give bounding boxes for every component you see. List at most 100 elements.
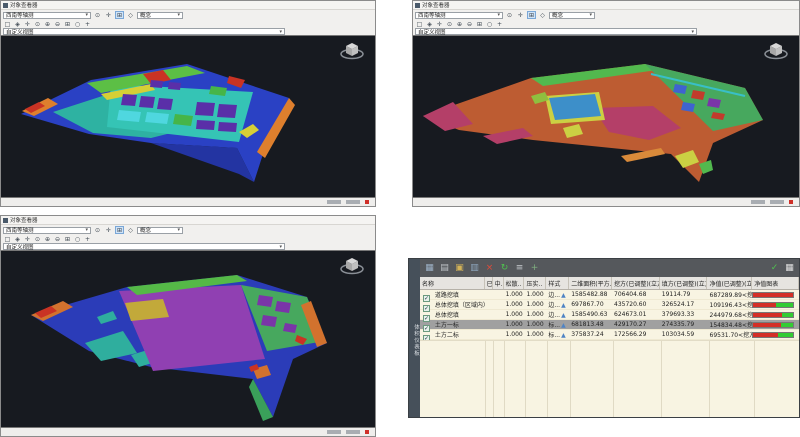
named-view-dropdown[interactable]: 自定义视图▾	[3, 243, 285, 250]
zoom-extents-icon[interactable]: ⊞	[527, 11, 536, 19]
visual-style-dropdown[interactable]: 概念▾	[137, 227, 183, 234]
column-header[interactable]: 松散..	[504, 277, 525, 289]
view-cube[interactable]	[763, 39, 789, 63]
zoom-previous-icon[interactable]: ○	[73, 20, 82, 28]
viewport-canvas[interactable]	[1, 35, 375, 198]
create-surface-icon[interactable]: ▦	[424, 263, 435, 274]
window-titlebar[interactable]: 对象查看器	[413, 1, 799, 10]
record-indicator-icon	[789, 200, 793, 204]
window-titlebar[interactable]: 对象查看器	[1, 216, 375, 225]
zoom-out-icon[interactable]: ⊖	[53, 235, 62, 243]
orbit-icon[interactable]: ⊙	[93, 11, 102, 19]
cut-factor: 1.000	[504, 301, 525, 308]
view-cube[interactable]	[339, 39, 365, 63]
column-header[interactable]: 净值图表	[752, 277, 799, 289]
cut-adjusted: 706404.68	[612, 291, 660, 298]
bounded-volume-icon[interactable]: ▥	[469, 263, 480, 274]
view-direction-dropdown[interactable]: 西南等轴测▾	[3, 12, 91, 19]
2d-area: 1585490.63	[569, 311, 612, 318]
dashboard-toolbar: ▦ ▤ ▣ ▥ × ↻ ≡ + ✓ ▦	[420, 259, 799, 277]
table-row[interactable]: ✓道路挖填1.0001.000边...▲1585482.88706404.681…	[420, 290, 799, 300]
surface-name: 总体挖填（区域内）	[433, 300, 485, 309]
column-separator	[525, 341, 526, 417]
visual-style-dropdown[interactable]: 概念▾	[549, 12, 595, 19]
pan-icon[interactable]: ✛	[104, 11, 113, 19]
net-adjusted: 154834.48<挖方>	[708, 320, 753, 329]
view-direction-dropdown[interactable]: 西南等轴测▾	[3, 227, 91, 234]
chevron-down-icon: ▾	[85, 227, 88, 233]
add-view-icon[interactable]: +	[83, 20, 92, 28]
panorama-side-tab[interactable]: 体积仪表板	[409, 259, 420, 417]
zoom-out-icon[interactable]: ⊖	[465, 20, 474, 28]
surface-name: 道路挖填	[433, 290, 485, 299]
zoom-extents-icon[interactable]: ⊞	[115, 226, 124, 234]
recompute-icon[interactable]: ↻	[499, 263, 510, 274]
zoom-out-icon[interactable]: ⊖	[53, 20, 62, 28]
named-view-dropdown[interactable]: 自定义视图▾	[415, 28, 697, 35]
chevron-down-icon: ▾	[177, 227, 180, 233]
panel-grid-icon[interactable]: ▦	[784, 263, 795, 274]
zoom-realtime-icon[interactable]: ⊙	[33, 235, 42, 243]
table-row[interactable]: ✓土方一标1.0001.000标...▲681813.48429170.2727…	[420, 320, 799, 330]
zoom-in-icon[interactable]: ⊕	[43, 235, 52, 243]
pan-icon[interactable]: ✛	[104, 226, 113, 234]
column-header[interactable]: 中..	[493, 277, 504, 289]
orbit-icon[interactable]: ⊙	[93, 226, 102, 234]
fill-adjusted: 19114.79	[660, 291, 708, 298]
column-header[interactable]: 样式	[546, 277, 569, 289]
orbit-icon[interactable]: ⊙	[505, 11, 514, 19]
open-criteria-icon[interactable]: ▣	[454, 263, 465, 274]
zoom-window-icon[interactable]: ⊞	[475, 20, 484, 28]
zoom-window-icon[interactable]: ◇	[538, 11, 547, 19]
view-cube[interactable]	[339, 254, 365, 278]
zoom-in-icon[interactable]: ⊕	[455, 20, 464, 28]
zoom-in-icon[interactable]: ⊕	[43, 20, 52, 28]
window-title: 对象查看器	[422, 1, 450, 9]
viewer-zoom-toolbar: □ ◈ ✛ ⊙ ⊕ ⊖ ⊞ ○ +	[1, 20, 375, 28]
zoom-realtime-icon[interactable]: ⊙	[445, 20, 454, 28]
window-titlebar[interactable]: 对象查看器	[1, 1, 375, 10]
surface-style-icon: ▲	[561, 302, 566, 309]
column-header[interactable]: 压实..	[524, 277, 546, 289]
2d-area: 681813.48	[569, 321, 612, 328]
volume-report-icon[interactable]: ≡	[514, 263, 525, 274]
viewer-zoom-toolbar: □ ◈ ✛ ⊙ ⊕ ⊖ ⊞ ○ +	[1, 235, 375, 243]
table-row[interactable]: ✓土方二标1.0001.000标...▲375837.24172566.2910…	[420, 330, 799, 340]
terrain-surface-elevation	[1, 36, 373, 198]
visual-style-dropdown[interactable]: 概念▾	[137, 12, 183, 19]
add-volume-surface-icon[interactable]: ▤	[439, 263, 450, 274]
zoom-extents-icon[interactable]: ⊞	[115, 11, 124, 19]
column-separator	[613, 341, 614, 417]
status-segment	[327, 430, 341, 434]
table-row[interactable]: ✓总体挖填1.0001.000边...▲1585490.63624673.013…	[420, 310, 799, 320]
add-view-icon[interactable]: +	[495, 20, 504, 28]
zoom-window-icon[interactable]: ◇	[126, 11, 135, 19]
zoom-window-icon[interactable]: ⊞	[63, 235, 72, 243]
column-header[interactable]: 挖方(已调整)(立方...	[612, 277, 660, 289]
column-header[interactable]: 二维面积(平方...	[569, 277, 612, 289]
view-direction-dropdown[interactable]: 西南等轴测▾	[415, 12, 503, 19]
apply-icon[interactable]: ✓	[769, 263, 780, 274]
zoom-window-icon[interactable]: ⊞	[63, 20, 72, 28]
zoom-previous-icon[interactable]: ○	[485, 20, 494, 28]
column-header[interactable]: 净值(已调整)(立方...	[707, 277, 752, 289]
surface-name: 总体挖填	[433, 310, 485, 319]
viewport-statusbar	[413, 198, 799, 206]
viewport-canvas[interactable]	[1, 250, 375, 428]
object-viewer-window-1: 对象查看器 西南等轴测▾ ⊙ ✛ ⊞ ◇ 概念▾ □ ◈ ✛ ⊙ ⊕ ⊖ ⊞ ○…	[0, 0, 376, 207]
zoom-realtime-icon[interactable]: ⊙	[33, 20, 42, 28]
net-graph-bar	[752, 312, 794, 318]
add-view-icon[interactable]: +	[83, 235, 92, 243]
viewport-canvas[interactable]	[413, 35, 799, 198]
table-row[interactable]: ✓总体挖填（区域内）1.0001.000边...▲697867.70435720…	[420, 300, 799, 310]
insert-summary-icon[interactable]: +	[529, 263, 540, 274]
column-header[interactable]: 已	[485, 277, 493, 289]
named-view-dropdown[interactable]: 自定义视图▾	[3, 28, 285, 35]
pan-icon[interactable]: ✛	[516, 11, 525, 19]
column-separator	[709, 341, 710, 417]
delete-entry-icon[interactable]: ×	[484, 263, 495, 274]
column-header[interactable]: 填方(已调整)(立方...	[660, 277, 708, 289]
column-separator	[754, 341, 755, 417]
zoom-window-icon[interactable]: ◇	[126, 226, 135, 234]
zoom-previous-icon[interactable]: ○	[73, 235, 82, 243]
